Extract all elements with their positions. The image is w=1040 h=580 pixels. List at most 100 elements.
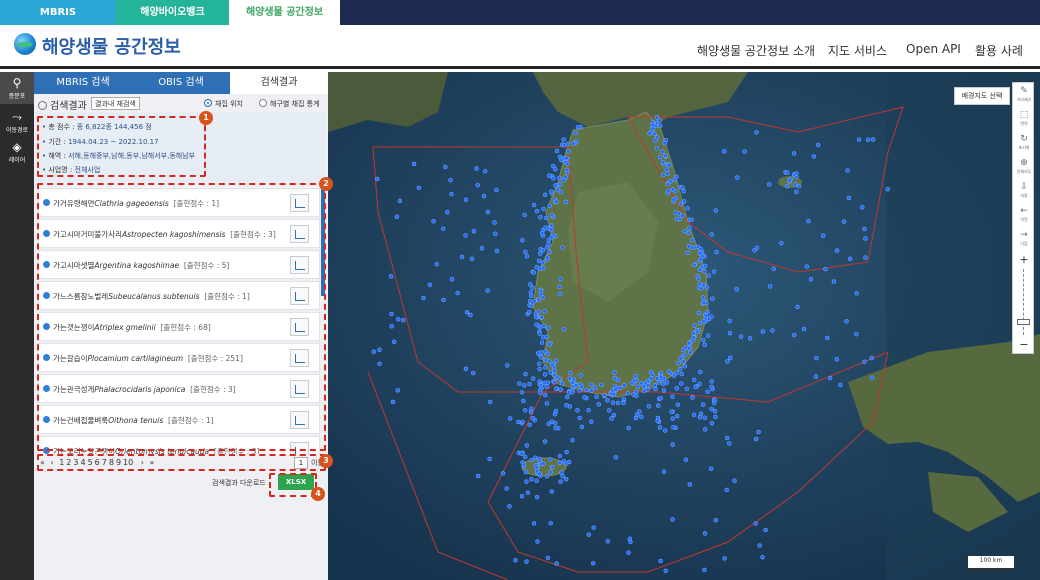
occurrence-point[interactable]	[626, 550, 631, 555]
occurrence-point[interactable]	[669, 409, 674, 414]
occurrence-point[interactable]	[544, 215, 549, 221]
occurrence-point[interactable]	[589, 382, 594, 387]
occurrence-point[interactable]	[648, 370, 654, 375]
occurrence-point[interactable]	[735, 175, 740, 180]
occurrence-point[interactable]	[537, 456, 542, 461]
occurrence-point[interactable]	[767, 284, 773, 289]
occurrence-point[interactable]	[527, 381, 532, 387]
occurrence-point[interactable]	[622, 383, 627, 388]
occurrence-point[interactable]	[760, 329, 766, 334]
occurrence-point[interactable]	[650, 122, 656, 128]
occurrence-point[interactable]	[397, 198, 403, 204]
occurrence-point[interactable]	[627, 536, 633, 541]
occurrence-point[interactable]	[536, 309, 542, 314]
occurrence-point[interactable]	[602, 393, 607, 398]
occurrence-point[interactable]	[661, 388, 667, 393]
occurrence-point[interactable]	[825, 335, 830, 341]
occurrence-point[interactable]	[541, 206, 546, 212]
occurrence-point[interactable]	[540, 247, 546, 253]
occurrence-point[interactable]	[519, 390, 525, 395]
occurrence-point[interactable]	[609, 416, 614, 421]
occurrence-point[interactable]	[390, 399, 396, 405]
occurrence-point[interactable]	[525, 490, 531, 495]
occurrence-point[interactable]	[560, 474, 565, 479]
occurrence-point[interactable]	[507, 504, 512, 509]
occurrence-point[interactable]	[725, 359, 730, 364]
occurrence-point[interactable]	[531, 270, 536, 275]
occurrence-point[interactable]	[481, 193, 487, 199]
occurrence-point[interactable]	[734, 286, 739, 292]
occurrence-point[interactable]	[701, 300, 706, 306]
occurrence-point[interactable]	[637, 409, 642, 414]
occurrence-point[interactable]	[633, 415, 639, 421]
occurrence-point[interactable]	[416, 185, 422, 191]
occurrence-point[interactable]	[504, 486, 509, 491]
occurrence-point[interactable]	[647, 131, 652, 136]
occurrence-point[interactable]	[575, 125, 581, 130]
occurrence-point[interactable]	[666, 188, 671, 194]
occurrence-point[interactable]	[471, 228, 477, 234]
occurrence-point[interactable]	[870, 137, 876, 142]
occurrence-point[interactable]	[487, 399, 493, 405]
occurrence-point[interactable]	[575, 408, 580, 413]
occurrence-point[interactable]	[523, 371, 528, 377]
occurrence-point[interactable]	[794, 189, 799, 195]
zoom-slider-handle[interactable]	[1017, 319, 1030, 325]
occurrence-point[interactable]	[654, 115, 660, 120]
occurrence-point[interactable]	[670, 442, 675, 447]
occurrence-point[interactable]	[586, 408, 591, 413]
occurrence-point[interactable]	[784, 183, 790, 189]
occurrence-point[interactable]	[482, 169, 488, 174]
occurrence-point[interactable]	[555, 187, 561, 193]
occurrence-point[interactable]	[558, 479, 563, 484]
occurrence-point[interactable]	[727, 331, 733, 336]
occurrence-point[interactable]	[675, 413, 680, 419]
occurrence-point[interactable]	[862, 359, 867, 364]
occurrence-point[interactable]	[394, 214, 400, 220]
occurrence-point[interactable]	[586, 532, 591, 537]
occurrence-point[interactable]	[678, 356, 683, 361]
occurrence-point[interactable]	[556, 175, 562, 181]
occurrence-point[interactable]	[552, 380, 557, 385]
occurrence-point[interactable]	[834, 248, 840, 253]
occurrence-point[interactable]	[573, 130, 579, 136]
occurrence-point[interactable]	[546, 325, 551, 331]
occurrence-point[interactable]	[522, 212, 527, 218]
occurrence-point[interactable]	[534, 314, 539, 320]
occurrence-point[interactable]	[474, 166, 479, 171]
occurrence-point[interactable]	[537, 331, 542, 336]
occurrence-point[interactable]	[479, 246, 485, 251]
occurrence-point[interactable]	[538, 355, 544, 360]
occurrence-point[interactable]	[756, 429, 761, 435]
occurrence-point[interactable]	[658, 370, 664, 376]
occurrence-point[interactable]	[692, 323, 697, 328]
occurrence-point[interactable]	[431, 219, 436, 224]
occurrence-point[interactable]	[559, 470, 564, 475]
occurrence-point[interactable]	[846, 195, 852, 201]
occurrence-point[interactable]	[421, 295, 426, 301]
occurrence-point[interactable]	[577, 388, 582, 393]
occurrence-point[interactable]	[558, 276, 563, 282]
occurrence-point[interactable]	[654, 146, 659, 151]
occurrence-point[interactable]	[553, 421, 558, 426]
occurrence-point[interactable]	[468, 312, 473, 318]
occurrence-point[interactable]	[517, 381, 522, 386]
occurrence-point[interactable]	[546, 242, 551, 247]
occurrence-point[interactable]	[675, 402, 681, 407]
strip-migration-route[interactable]: ⤳ 이동경로	[0, 106, 34, 138]
occurrence-point[interactable]	[821, 233, 826, 238]
occurrence-point[interactable]	[823, 266, 828, 272]
occurrence-point[interactable]	[655, 418, 660, 424]
save-tool[interactable]: ⇩ 저장	[1013, 181, 1035, 203]
occurrence-point[interactable]	[534, 478, 539, 483]
occurrence-point[interactable]	[440, 226, 446, 231]
occurrence-point[interactable]	[561, 177, 566, 183]
occurrence-point[interactable]	[698, 411, 704, 416]
occurrence-point[interactable]	[635, 384, 641, 389]
occurrence-point[interactable]	[463, 197, 469, 202]
occurrence-point[interactable]	[537, 366, 542, 372]
occurrence-point[interactable]	[459, 254, 465, 260]
occurrence-point[interactable]	[727, 318, 732, 324]
occurrence-point[interactable]	[531, 202, 537, 208]
occurrence-point[interactable]	[686, 230, 691, 236]
